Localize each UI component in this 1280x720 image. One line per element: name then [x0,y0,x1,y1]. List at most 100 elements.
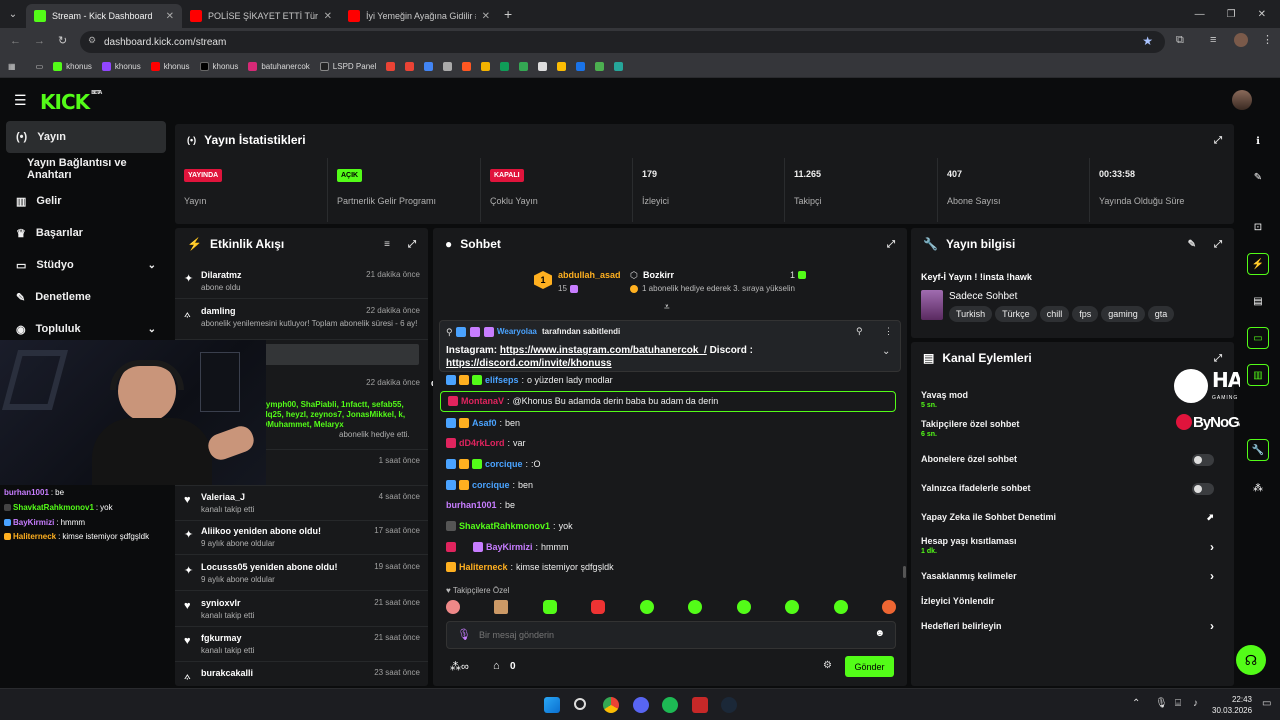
tab-kick-dashboard[interactable]: Stream - Kick Dashboard ✕ [26,4,182,28]
tab-youtube-2[interactable]: İyi Yemeğin Ayağına Gidilir #10 ✕ [340,4,498,28]
notifications-icon[interactable]: ▭ [1262,698,1271,709]
emote-icon[interactable] [591,600,606,614]
sidebar-item-yayin[interactable]: (•) Yayın [6,121,166,153]
bookmark-instagram[interactable]: batuhanercok [248,62,310,71]
expand-icon[interactable]: ⤢ [887,239,895,250]
collapse-icon[interactable]: ⩡ [664,302,670,313]
pinned-by-user[interactable]: Wearyolaa [497,327,537,336]
expand-icon[interactable]: ⤢ [1214,239,1222,250]
microphone-icon[interactable]: 🎙 [1155,698,1168,709]
points-icon[interactable]: ⁂∞ [450,660,469,673]
bolt-icon[interactable]: ⚡ [1247,253,1269,275]
menu-icon[interactable]: ⋮ [1262,33,1273,46]
chat-username[interactable]: dD4rkLord [459,438,505,448]
emote-icon[interactable] [446,600,460,614]
edit-pencil-icon[interactable]: ✎ [1188,239,1196,250]
calculator-icon[interactable] [443,62,453,71]
profile-avatar[interactable] [1234,33,1248,47]
discord-icon[interactable] [633,697,649,713]
category-name[interactable]: Sadece Sohbet [949,291,1017,302]
forward-icon[interactable]: → [34,35,45,47]
sidebar-item-studyo[interactable]: ▭ Stüdyo ⌄ [0,249,172,281]
close-window-icon[interactable]: ✕ [1258,9,1266,20]
action-host[interactable]: İzleyici Yönlendir [921,596,1226,606]
network-icon[interactable]: ⌸ [1175,698,1181,709]
bookmark-lspd[interactable]: LSPD Panel [319,62,376,71]
app-icon[interactable] [481,62,491,71]
user-avatar[interactable] [1232,90,1252,110]
chat-scrollbar[interactable] [903,566,906,578]
chevron-down-icon[interactable]: ⌄ [148,324,156,335]
chat-username[interactable]: Asaf0 [472,418,497,428]
emote-icon[interactable] [833,600,848,614]
action-goals[interactable]: Hedefleri belirleyin › [921,619,1226,633]
microphone-icon[interactable]: 🎙 [457,628,471,641]
chat-username[interactable]: ShavkatRahkmonov1 [459,521,550,531]
drive-icon[interactable] [557,62,567,71]
close-icon[interactable]: ✕ [324,11,332,22]
tag-pill[interactable]: fps [1072,306,1099,322]
gift-event-name[interactable]: Bozkirr [643,270,674,280]
chat-username[interactable]: BayKirmizi [486,542,533,552]
gmail-icon[interactable] [405,62,415,71]
emoji-icon[interactable]: ☻ [874,628,885,639]
tag-pill[interactable]: chill [1039,306,1070,322]
kick-logo[interactable]: KICK BETA [40,90,102,114]
emote-only-toggle[interactable] [1192,483,1214,495]
close-icon[interactable]: ✕ [482,11,490,22]
discord-link[interactable]: https://discord.com/invite/khonuss [446,358,612,369]
minimize-icon[interactable]: — [1195,9,1205,20]
unpin-icon[interactable]: ⚲ [856,326,863,337]
sheets-icon[interactable] [500,62,510,71]
bookmark-twitch[interactable]: khonus [101,62,141,71]
emote-icon[interactable] [785,600,800,614]
spotify-icon[interactable] [662,697,678,713]
sidebar-item-gelir[interactable]: ▥ Gelir [0,185,172,217]
chat-username[interactable]: corcique [485,459,523,469]
filter-icon[interactable]: ≡ [384,239,390,250]
chevron-up-icon[interactable]: ⌃ [1132,698,1140,709]
back-icon[interactable]: ← [10,35,21,47]
app-icon[interactable] [576,62,586,71]
action-ai-moderation[interactable]: Yapay Zeka ile Sohbet Denetimi ⬈ [921,512,1226,522]
emote-icon[interactable] [639,600,654,614]
gmail-icon[interactable] [386,62,396,71]
store-icon[interactable]: ⌂ [493,660,500,672]
reload-icon[interactable]: ↻ [58,34,67,47]
action-account-age[interactable]: Hesap yaşı kısıtlaması 1 dk. › [921,536,1226,555]
app-icon[interactable] [614,62,624,71]
app-icon[interactable] [519,62,529,71]
close-icon[interactable]: ✕ [166,11,174,22]
bookmark-youtube[interactable]: khonus [150,62,190,71]
clock[interactable]: 22:43 30.03.2026 [1212,694,1252,716]
info-icon[interactable]: ℹ [1247,130,1269,152]
instagram-link[interactable]: https://www.instagram.com/batuhanercok_/ [500,345,707,356]
bookmark-star-icon[interactable]: ★ [1142,34,1153,48]
chat-username[interactable]: corcique [472,480,510,490]
emote-icon[interactable] [494,600,509,614]
app-icon[interactable] [595,62,605,71]
send-button[interactable]: Gönder [845,656,894,677]
chrome-icon[interactable] [603,697,619,713]
expand-icon[interactable]: ⤢ [1214,135,1222,146]
top-gifter-name[interactable]: abdullah_asad [558,270,621,280]
more-icon[interactable]: ⋮ [884,326,893,337]
chat-username[interactable]: Haliterneck [459,562,508,572]
site-info-icon[interactable]: ⚙ [88,35,96,46]
app-icon[interactable] [538,62,548,71]
folder-icon[interactable]: ▭ [36,62,44,71]
chat-username[interactable]: elifseps [485,375,519,385]
media-icon[interactable]: ≡ [1210,34,1216,46]
restore-icon[interactable]: ❐ [1227,9,1236,20]
chat-input[interactable] [479,627,859,643]
bookmark-x[interactable]: khonus [199,62,238,71]
support-headset-button[interactable]: ☊ [1236,645,1266,675]
app-icon[interactable] [462,62,472,71]
document-icon[interactable]: ▤ [1247,290,1269,312]
edit-pencil-icon[interactable]: ✎ [1247,166,1269,188]
tab-search-icon[interactable]: ⌄ [0,9,26,20]
wrench-icon[interactable]: 🔧 [1247,439,1269,461]
camera-icon[interactable]: ⊡ [1247,216,1269,238]
emote-icon[interactable] [736,600,751,614]
tag-pill[interactable]: Türkçe [995,306,1037,322]
